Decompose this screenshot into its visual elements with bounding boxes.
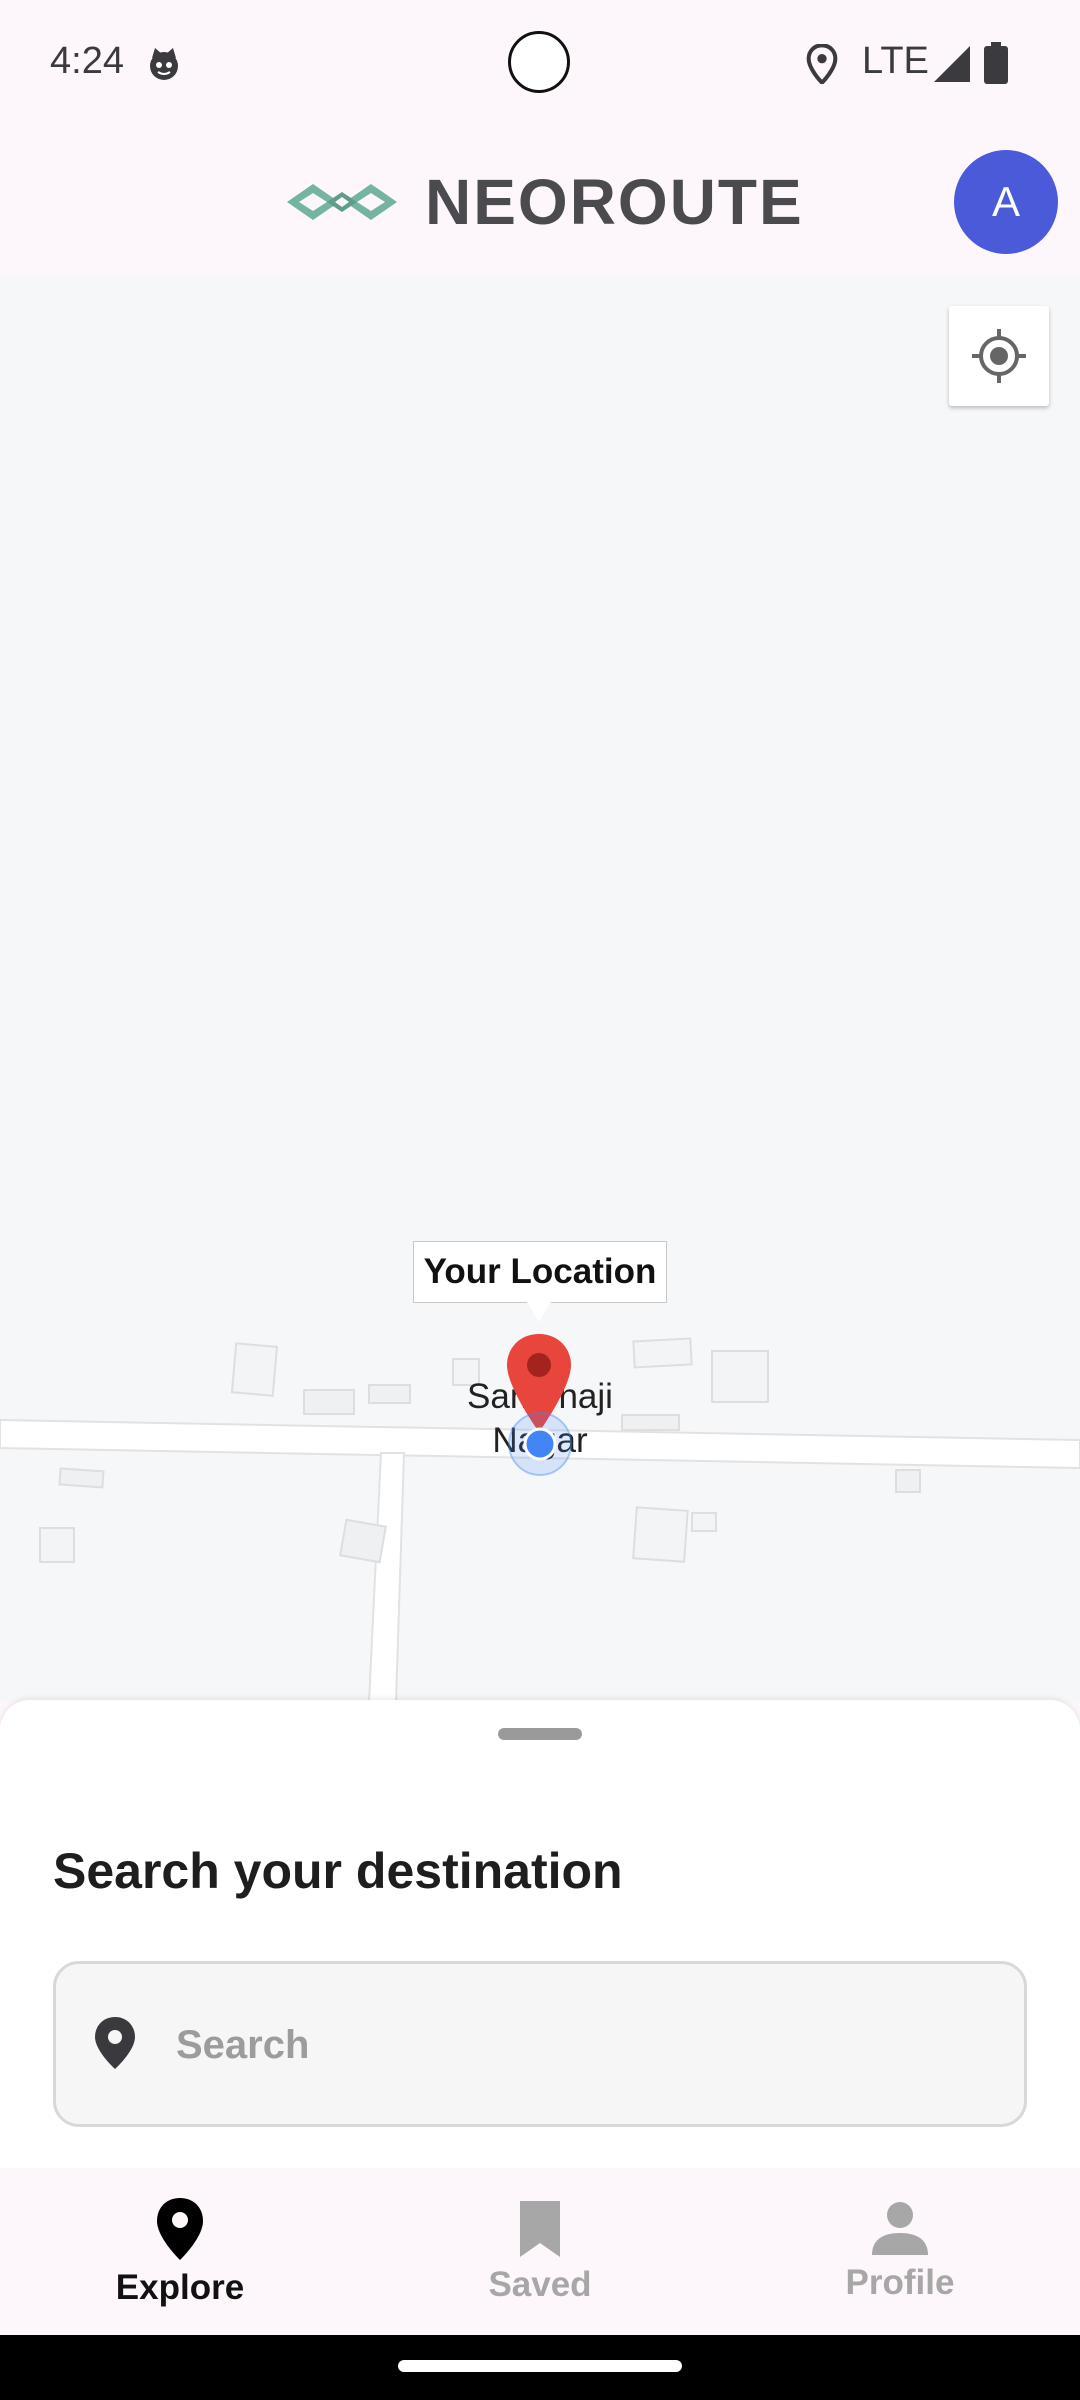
sheet-title: Search your destination bbox=[53, 1843, 623, 1899]
nav-label-saved: Saved bbox=[488, 2264, 592, 2304]
nav-item-explore[interactable]: Explore bbox=[0, 2168, 360, 2335]
map-view[interactable] bbox=[0, 277, 1080, 1702]
location-pin-icon bbox=[95, 2017, 135, 2069]
user-location-dot bbox=[508, 1412, 572, 1476]
nav-item-profile[interactable]: Profile bbox=[720, 2168, 1080, 2335]
camera-cutout bbox=[508, 31, 570, 93]
crosshair-icon bbox=[972, 329, 1026, 383]
home-gesture-handle[interactable] bbox=[398, 2360, 682, 2372]
map-roads bbox=[0, 1337, 1080, 1702]
cat-notification-icon bbox=[150, 48, 178, 80]
brand-logo-icon bbox=[287, 184, 397, 220]
map-pin-icon bbox=[157, 2197, 203, 2260]
my-location-button[interactable] bbox=[949, 306, 1049, 406]
callout-tail bbox=[527, 1302, 551, 1322]
signal-icon bbox=[934, 46, 970, 82]
network-type: LTE bbox=[862, 40, 929, 82]
nav-label-profile: Profile bbox=[845, 2262, 955, 2302]
person-icon bbox=[872, 2201, 928, 2255]
brand-name: NEOROUTE bbox=[425, 166, 804, 238]
drag-handle[interactable] bbox=[498, 1728, 582, 1740]
status-time: 4:24 bbox=[50, 40, 124, 82]
nav-item-saved[interactable]: Saved bbox=[360, 2168, 720, 2335]
search-input[interactable] bbox=[176, 2010, 976, 2080]
battery-icon bbox=[984, 42, 1008, 84]
nav-label-explore: Explore bbox=[115, 2267, 245, 2307]
avatar[interactable]: A bbox=[954, 150, 1058, 254]
bookmark-icon bbox=[520, 2200, 560, 2257]
your-location-callout: Your Location bbox=[413, 1241, 667, 1303]
location-icon bbox=[806, 44, 838, 84]
